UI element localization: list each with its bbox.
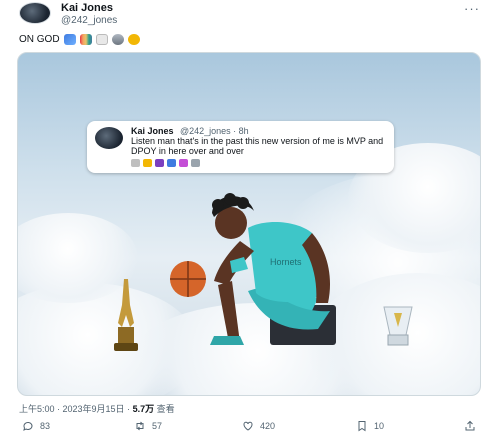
tweet-header: Kai Jones @242_jones ··· (0, 0, 500, 30)
tweet-text: ON GOD (19, 34, 60, 45)
butterfly-emoji-icon (63, 34, 76, 45)
mvp-trophy-icon (114, 279, 138, 351)
action-bar: 83 57 420 10 (0, 418, 500, 438)
like-count: 420 (260, 421, 276, 431)
view-count: 5.7万 (132, 404, 155, 414)
flexed-biceps-emoji-icon (143, 159, 152, 167)
medal-emoji-icon (127, 34, 140, 45)
tweet-body: ON GOD (19, 34, 140, 45)
quoted-tweet-card[interactable]: Kai Jones @242_jones · 8h Listen man tha… (87, 121, 394, 173)
retweet-count: 57 (152, 421, 163, 431)
ufo-emoji-icon (111, 34, 124, 45)
heart-emoji-icon (179, 159, 188, 167)
bookmark-count: 10 (374, 421, 385, 431)
reply-count: 83 (40, 421, 51, 431)
rainbow-emoji-icon (79, 34, 92, 45)
bookmark-icon (358, 421, 366, 432)
share-icon (465, 420, 475, 431)
heart-icon (243, 421, 253, 431)
tweet-image[interactable]: Hornets Kai Jones @242_jones · 8h Listen… (17, 52, 481, 396)
tweet-meta: 上午5:00 · 2023年9月15日 · 5.7万 查看 (19, 402, 175, 415)
rocket-emoji-icon (191, 159, 200, 167)
author-name[interactable]: Kai Jones (61, 2, 113, 14)
quoted-author-handle: @242_jones · 8h (180, 126, 249, 136)
bookmark-button[interactable]: 10 (356, 420, 384, 432)
more-options-icon[interactable]: ··· (464, 1, 480, 16)
share-button[interactable] (464, 420, 476, 432)
reply-button[interactable]: 83 (22, 420, 50, 432)
view-label: 查看 (154, 404, 175, 414)
goat-emoji-icon (95, 34, 108, 45)
quoted-author-name: Kai Jones (131, 126, 174, 136)
author-handle[interactable]: @242_jones (61, 15, 117, 26)
quoted-author-avatar (95, 127, 123, 149)
butterfly-emoji-icon (167, 159, 176, 167)
author-avatar[interactable] (19, 2, 51, 24)
reply-icon (23, 421, 33, 431)
quoted-emoji-row (131, 159, 200, 167)
tweet-timestamp[interactable]: 上午5:00 · 2023年9月15日 · (19, 404, 133, 414)
retweet-button[interactable]: 57 (134, 420, 162, 432)
like-button[interactable]: 420 (242, 420, 275, 432)
quoted-tweet-text: Listen man that's in the past this new v… (131, 136, 384, 156)
dpoy-trophy-icon (383, 306, 413, 346)
goat-emoji-icon (131, 159, 140, 167)
peace-emoji-icon (155, 159, 164, 167)
retweet-icon (136, 421, 144, 431)
jersey-lettering: Hornets (270, 257, 302, 267)
